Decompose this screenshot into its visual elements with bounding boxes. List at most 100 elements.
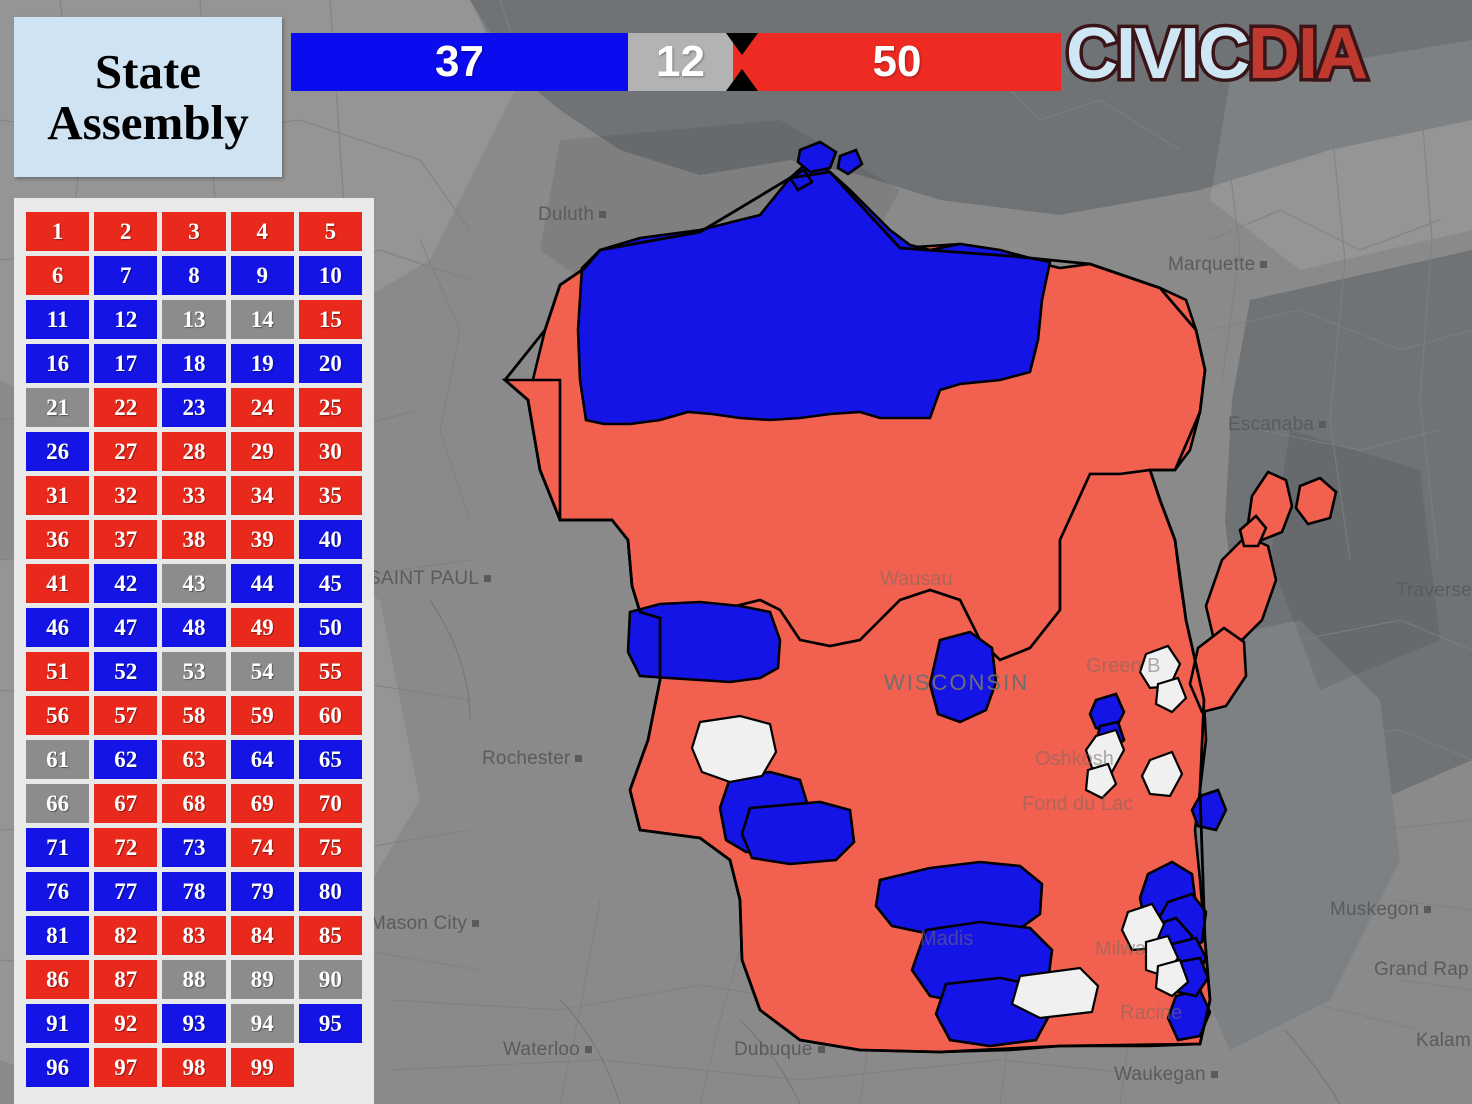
district-cell-17[interactable]: 17: [94, 344, 158, 383]
district-cell-19[interactable]: 19: [230, 344, 294, 383]
district-cell-63[interactable]: 63: [162, 740, 226, 779]
district-cell-21[interactable]: 21: [26, 388, 90, 427]
district-cell-85[interactable]: 85: [298, 916, 362, 955]
district-cell-15[interactable]: 15: [298, 300, 362, 339]
district-cell-68[interactable]: 68: [162, 784, 226, 823]
district-cell-39[interactable]: 39: [230, 520, 294, 559]
district-cell-70[interactable]: 70: [298, 784, 362, 823]
seat-segment-democrat[interactable]: 37: [291, 33, 628, 91]
district-cell-37[interactable]: 37: [94, 520, 158, 559]
district-cell-51[interactable]: 51: [26, 652, 90, 691]
civicdia-logo[interactable]: CIVICDIA: [1062, 15, 1371, 94]
district-cell-99[interactable]: 99: [230, 1048, 294, 1087]
district-cell-59[interactable]: 59: [230, 696, 294, 735]
district-cell-41[interactable]: 41: [26, 564, 90, 603]
district-cell-53[interactable]: 53: [162, 652, 226, 691]
district-cell-49[interactable]: 49: [230, 608, 294, 647]
district-cell-73[interactable]: 73: [162, 828, 226, 867]
district-cell-24[interactable]: 24: [230, 388, 294, 427]
district-cell-27[interactable]: 27: [94, 432, 158, 471]
district-cell-10[interactable]: 10: [298, 256, 362, 295]
district-cell-72[interactable]: 72: [94, 828, 158, 867]
district-cell-20[interactable]: 20: [298, 344, 362, 383]
district-cell-6[interactable]: 6: [26, 256, 90, 295]
district-cell-46[interactable]: 46: [26, 608, 90, 647]
district-cell-42[interactable]: 42: [94, 564, 158, 603]
district-cell-83[interactable]: 83: [162, 916, 226, 955]
district-cell-80[interactable]: 80: [298, 872, 362, 911]
district-cell-81[interactable]: 81: [26, 916, 90, 955]
district-cell-23[interactable]: 23: [162, 388, 226, 427]
district-cell-13[interactable]: 13: [162, 300, 226, 339]
district-cell-75[interactable]: 75: [298, 828, 362, 867]
district-cell-57[interactable]: 57: [94, 696, 158, 735]
district-cell-84[interactable]: 84: [230, 916, 294, 955]
district-cell-36[interactable]: 36: [26, 520, 90, 559]
district-cell-4[interactable]: 4: [230, 212, 294, 251]
district-cell-30[interactable]: 30: [298, 432, 362, 471]
district-cell-47[interactable]: 47: [94, 608, 158, 647]
district-cell-43[interactable]: 43: [162, 564, 226, 603]
district-cell-14[interactable]: 14: [230, 300, 294, 339]
district-cell-2[interactable]: 2: [94, 212, 158, 251]
district-cell-86[interactable]: 86: [26, 960, 90, 999]
district-cell-95[interactable]: 95: [298, 1004, 362, 1043]
district-cell-61[interactable]: 61: [26, 740, 90, 779]
district-cell-29[interactable]: 29: [230, 432, 294, 471]
district-cell-22[interactable]: 22: [94, 388, 158, 427]
district-cell-65[interactable]: 65: [298, 740, 362, 779]
district-cell-1[interactable]: 1: [26, 212, 90, 251]
district-cell-60[interactable]: 60: [298, 696, 362, 735]
district-cell-98[interactable]: 98: [162, 1048, 226, 1087]
district-cell-34[interactable]: 34: [230, 476, 294, 515]
district-cell-90[interactable]: 90: [298, 960, 362, 999]
district-cell-44[interactable]: 44: [230, 564, 294, 603]
district-cell-12[interactable]: 12: [94, 300, 158, 339]
district-cell-28[interactable]: 28: [162, 432, 226, 471]
district-cell-16[interactable]: 16: [26, 344, 90, 383]
district-cell-69[interactable]: 69: [230, 784, 294, 823]
district-cell-64[interactable]: 64: [230, 740, 294, 779]
seat-segment-republican[interactable]: 50: [733, 33, 1061, 91]
district-cell-48[interactable]: 48: [162, 608, 226, 647]
district-cell-62[interactable]: 62: [94, 740, 158, 779]
district-cell-77[interactable]: 77: [94, 872, 158, 911]
district-cell-94[interactable]: 94: [230, 1004, 294, 1043]
district-cell-67[interactable]: 67: [94, 784, 158, 823]
district-cell-89[interactable]: 89: [230, 960, 294, 999]
district-cell-88[interactable]: 88: [162, 960, 226, 999]
district-cell-50[interactable]: 50: [298, 608, 362, 647]
district-cell-97[interactable]: 97: [94, 1048, 158, 1087]
district-cell-5[interactable]: 5: [298, 212, 362, 251]
district-cell-33[interactable]: 33: [162, 476, 226, 515]
district-cell-76[interactable]: 76: [26, 872, 90, 911]
district-cell-25[interactable]: 25: [298, 388, 362, 427]
district-cell-32[interactable]: 32: [94, 476, 158, 515]
district-cell-38[interactable]: 38: [162, 520, 226, 559]
district-cell-87[interactable]: 87: [94, 960, 158, 999]
district-cell-35[interactable]: 35: [298, 476, 362, 515]
district-cell-8[interactable]: 8: [162, 256, 226, 295]
district-cell-91[interactable]: 91: [26, 1004, 90, 1043]
district-cell-52[interactable]: 52: [94, 652, 158, 691]
district-cell-96[interactable]: 96: [26, 1048, 90, 1087]
district-cell-7[interactable]: 7: [94, 256, 158, 295]
district-cell-93[interactable]: 93: [162, 1004, 226, 1043]
district-cell-11[interactable]: 11: [26, 300, 90, 339]
district-cell-3[interactable]: 3: [162, 212, 226, 251]
district-cell-45[interactable]: 45: [298, 564, 362, 603]
district-cell-31[interactable]: 31: [26, 476, 90, 515]
district-cell-26[interactable]: 26: [26, 432, 90, 471]
district-cell-56[interactable]: 56: [26, 696, 90, 735]
district-cell-54[interactable]: 54: [230, 652, 294, 691]
district-cell-79[interactable]: 79: [230, 872, 294, 911]
district-cell-92[interactable]: 92: [94, 1004, 158, 1043]
district-cell-66[interactable]: 66: [26, 784, 90, 823]
district-cell-74[interactable]: 74: [230, 828, 294, 867]
district-cell-40[interactable]: 40: [298, 520, 362, 559]
district-cell-78[interactable]: 78: [162, 872, 226, 911]
district-cell-55[interactable]: 55: [298, 652, 362, 691]
district-cell-82[interactable]: 82: [94, 916, 158, 955]
seat-segment-other[interactable]: 12: [628, 33, 733, 91]
district-cell-18[interactable]: 18: [162, 344, 226, 383]
